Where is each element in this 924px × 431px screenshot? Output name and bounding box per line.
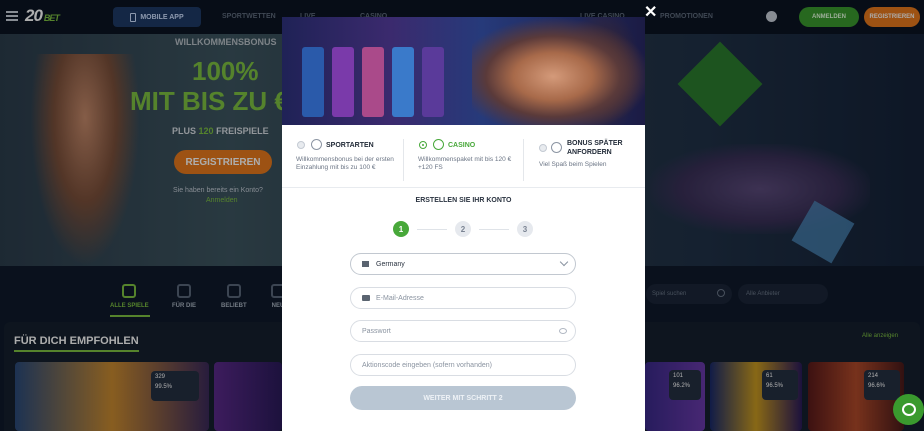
email-placeholder: E-Mail-Adresse (376, 294, 424, 302)
country-select[interactable]: Germany (350, 253, 576, 275)
promo-code-field[interactable]: Aktionscode eingeben (sofern vorhanden) (350, 354, 576, 376)
slot-machine-image (332, 47, 354, 117)
country-value: Germany (376, 260, 405, 268)
option-title: CASINO (448, 142, 476, 149)
option-title: SPORTARTEN (326, 142, 374, 149)
step-connector (479, 229, 509, 230)
slot-machine-image (422, 47, 444, 117)
divider (403, 139, 404, 181)
create-account-heading: ERSTELLEN SIE IHR KONTO (415, 197, 512, 204)
promo-placeholder: Aktionscode eingeben (sofern vorhanden) (362, 361, 492, 369)
next-step-button[interactable]: WEITER MIT SCHRITT 2 (350, 386, 576, 410)
chat-support-button[interactable] (893, 394, 924, 425)
option-desc: Willkommenspaket mit bis 120 € +120 FS (418, 156, 512, 171)
step-connector (417, 229, 447, 230)
mail-icon (362, 295, 370, 301)
step-1: 1 (393, 221, 409, 237)
password-placeholder: Passwort (362, 327, 391, 335)
radio-later[interactable] (539, 144, 547, 152)
casino-chip-icon (433, 139, 444, 150)
slot-machine-image (302, 47, 324, 117)
no-symbol-icon (551, 142, 562, 153)
flag-icon (362, 261, 369, 267)
woman-portrait-image (472, 17, 645, 125)
slot-machine-image (362, 47, 384, 117)
divider (523, 139, 524, 181)
radio-sport[interactable] (297, 141, 305, 149)
divider (282, 187, 645, 188)
modal-banner-image (282, 17, 645, 125)
soccer-ball-icon (311, 139, 322, 150)
option-title: BONUS SPÄTER ANFORDERN (567, 140, 623, 156)
chat-icon (901, 403, 916, 416)
step-2: 2 (455, 221, 471, 237)
option-desc: Willkommensbonus bei der ersten Einzahlu… (296, 156, 394, 171)
option-desc: Viel Spaß beim Spielen (539, 161, 607, 168)
radio-casino[interactable] (419, 141, 427, 149)
eye-icon[interactable] (559, 328, 567, 334)
slot-machine-image (392, 47, 414, 117)
step-3: 3 (517, 221, 533, 237)
email-field[interactable]: E-Mail-Adresse (350, 287, 576, 309)
chevron-down-icon (559, 257, 569, 267)
close-icon[interactable]: ✕ (644, 5, 657, 21)
next-step-label: WEITER MIT SCHRITT 2 (423, 394, 503, 402)
password-field[interactable]: Passwort (350, 320, 576, 342)
